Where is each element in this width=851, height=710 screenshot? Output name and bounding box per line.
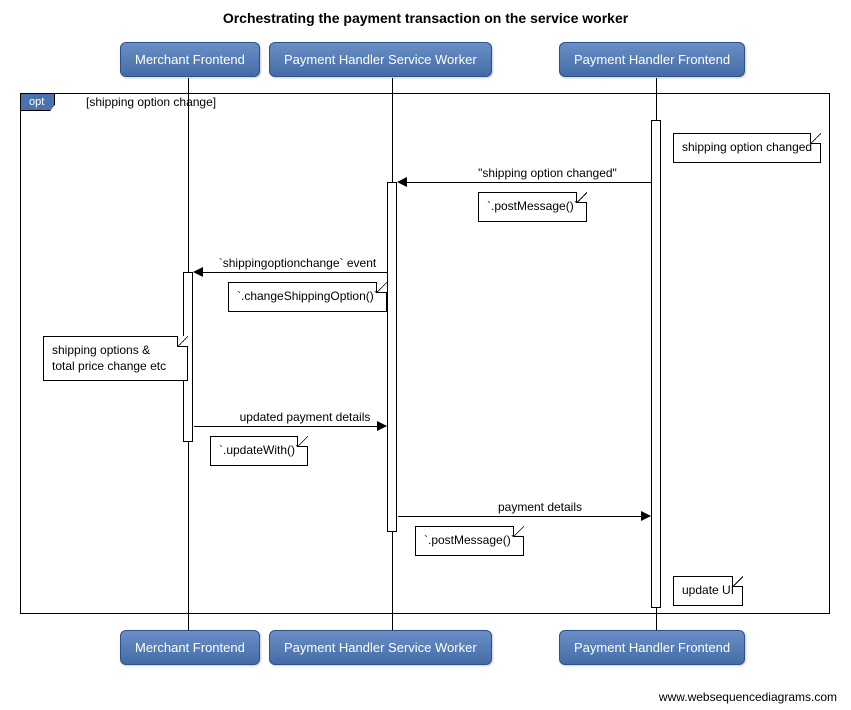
- msg4-arrowhead-icon: [641, 511, 651, 521]
- participant-merchant-bottom: Merchant Frontend: [120, 630, 260, 665]
- msg3-label: updated payment details: [225, 410, 385, 424]
- opt-tag: opt: [21, 94, 55, 111]
- participant-frontend-bottom: Payment Handler Frontend: [559, 630, 745, 665]
- note-updatewith: `.updateWith()`: [210, 436, 308, 466]
- note-update-ui: update UI: [673, 576, 743, 606]
- msg2-arrowhead-icon: [193, 267, 203, 277]
- opt-guard: [shipping option change]: [86, 95, 216, 109]
- note-postmessage-1: `.postMessage()`: [478, 192, 587, 222]
- msg1-arrow: [399, 182, 651, 183]
- msg3-arrow: [194, 426, 386, 427]
- msg1-arrowhead-icon: [397, 177, 407, 187]
- participant-frontend-top: Payment Handler Frontend: [559, 42, 745, 77]
- note-change-shipping-option: `.changeShippingOption()`: [228, 282, 387, 312]
- note-postmessage-2: `.postMessage()`: [415, 526, 524, 556]
- note-totals: shipping options & total price change et…: [43, 336, 188, 381]
- participant-sw-bottom: Payment Handler Service Worker: [269, 630, 492, 665]
- diagram-title: Orchestrating the payment transaction on…: [0, 10, 851, 26]
- activation-sw: [387, 182, 397, 532]
- msg1-label: "shipping option changed": [445, 166, 650, 180]
- msg3-arrowhead-icon: [377, 421, 387, 431]
- participant-sw-top: Payment Handler Service Worker: [269, 42, 492, 77]
- note-shipping-changed: shipping option changed: [673, 133, 821, 163]
- activation-frontend: [651, 120, 661, 608]
- msg2-label: `shippingoptionchange` event: [200, 256, 395, 270]
- attribution-text: www.websequencediagrams.com: [659, 690, 837, 704]
- msg2-arrow: [195, 272, 388, 273]
- participant-merchant-top: Merchant Frontend: [120, 42, 260, 77]
- msg4-arrow: [398, 516, 650, 517]
- msg4-label: payment details: [480, 500, 600, 514]
